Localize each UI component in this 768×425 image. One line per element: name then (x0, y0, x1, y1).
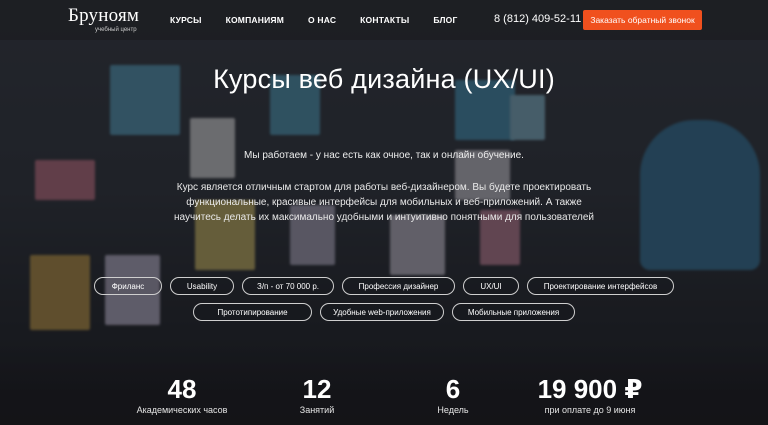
logo-subtitle: учебный центр (95, 27, 137, 33)
stat-price: 19 900 ₽ при оплате до 9 июня (530, 374, 650, 415)
stat-hours: 48 Академических часов (132, 374, 232, 415)
stat-lessons: 12 Занятий (277, 374, 357, 415)
nav-item-contacts[interactable]: КОНТАКТЫ (360, 15, 409, 25)
tag-list: Фриланс Usability З/п - от 70 000 р. Про… (0, 277, 768, 295)
stat-value: 48 (167, 374, 197, 404)
tag-prototyping[interactable]: Прототипирование (193, 303, 312, 321)
tag-usability[interactable]: Usability (170, 277, 234, 295)
tag-salary[interactable]: З/п - от 70 000 р. (242, 277, 334, 295)
tag-list: Прототипирование Удобные web-приложения … (0, 303, 768, 321)
nav-item-courses[interactable]: КУРСЫ (170, 15, 202, 25)
hero-description: Курс является отличным стартом для работ… (173, 182, 594, 223)
logo-name: Бруноям (68, 5, 140, 26)
price-value: 19 900 ₽ (537, 374, 643, 404)
background-desk (0, 345, 768, 425)
stat-value: 6 (445, 374, 461, 404)
stat-label: Недель (437, 405, 469, 415)
stat-value: 12 (302, 374, 332, 404)
stat-label: Академических часов (136, 405, 228, 415)
tag-web-apps[interactable]: Удобные web-приложения (320, 303, 444, 321)
hero-tagline: Мы работаем - у нас есть как очное, так … (244, 150, 524, 161)
tag-interface-design[interactable]: Проектирование интерфейсов (527, 277, 674, 295)
tag-mobile-apps[interactable]: Мобильные приложения (452, 303, 575, 321)
site-logo[interactable]: Бруноям учебный центр (68, 6, 160, 36)
nav-item-companies[interactable]: КОМПАНИЯМ (226, 15, 284, 25)
page-title: Курсы веб дизайна (UX/UI) (213, 64, 555, 94)
price-note: при оплате до 9 июня (544, 405, 636, 415)
site-header: Бруноям учебный центр КУРСЫ КОМПАНИЯМ О … (0, 0, 768, 40)
callback-button[interactable]: Заказать обратный звонок (583, 10, 702, 30)
tag-designer-profession[interactable]: Профессия дизайнер (342, 277, 455, 295)
stat-weeks: 6 Недель (413, 374, 493, 415)
nav-item-about[interactable]: О НАС (308, 15, 336, 25)
main-nav: КУРСЫ КОМПАНИЯМ О НАС КОНТАКТЫ БЛОГ (170, 0, 482, 40)
phone-number[interactable]: 8 (812) 409-52-11 (494, 13, 581, 25)
nav-item-blog[interactable]: БЛОГ (433, 15, 457, 25)
stat-label: Занятий (299, 405, 335, 415)
tag-freelance[interactable]: Фриланс (94, 277, 162, 295)
tag-ux-ui[interactable]: UX/UI (463, 277, 519, 295)
